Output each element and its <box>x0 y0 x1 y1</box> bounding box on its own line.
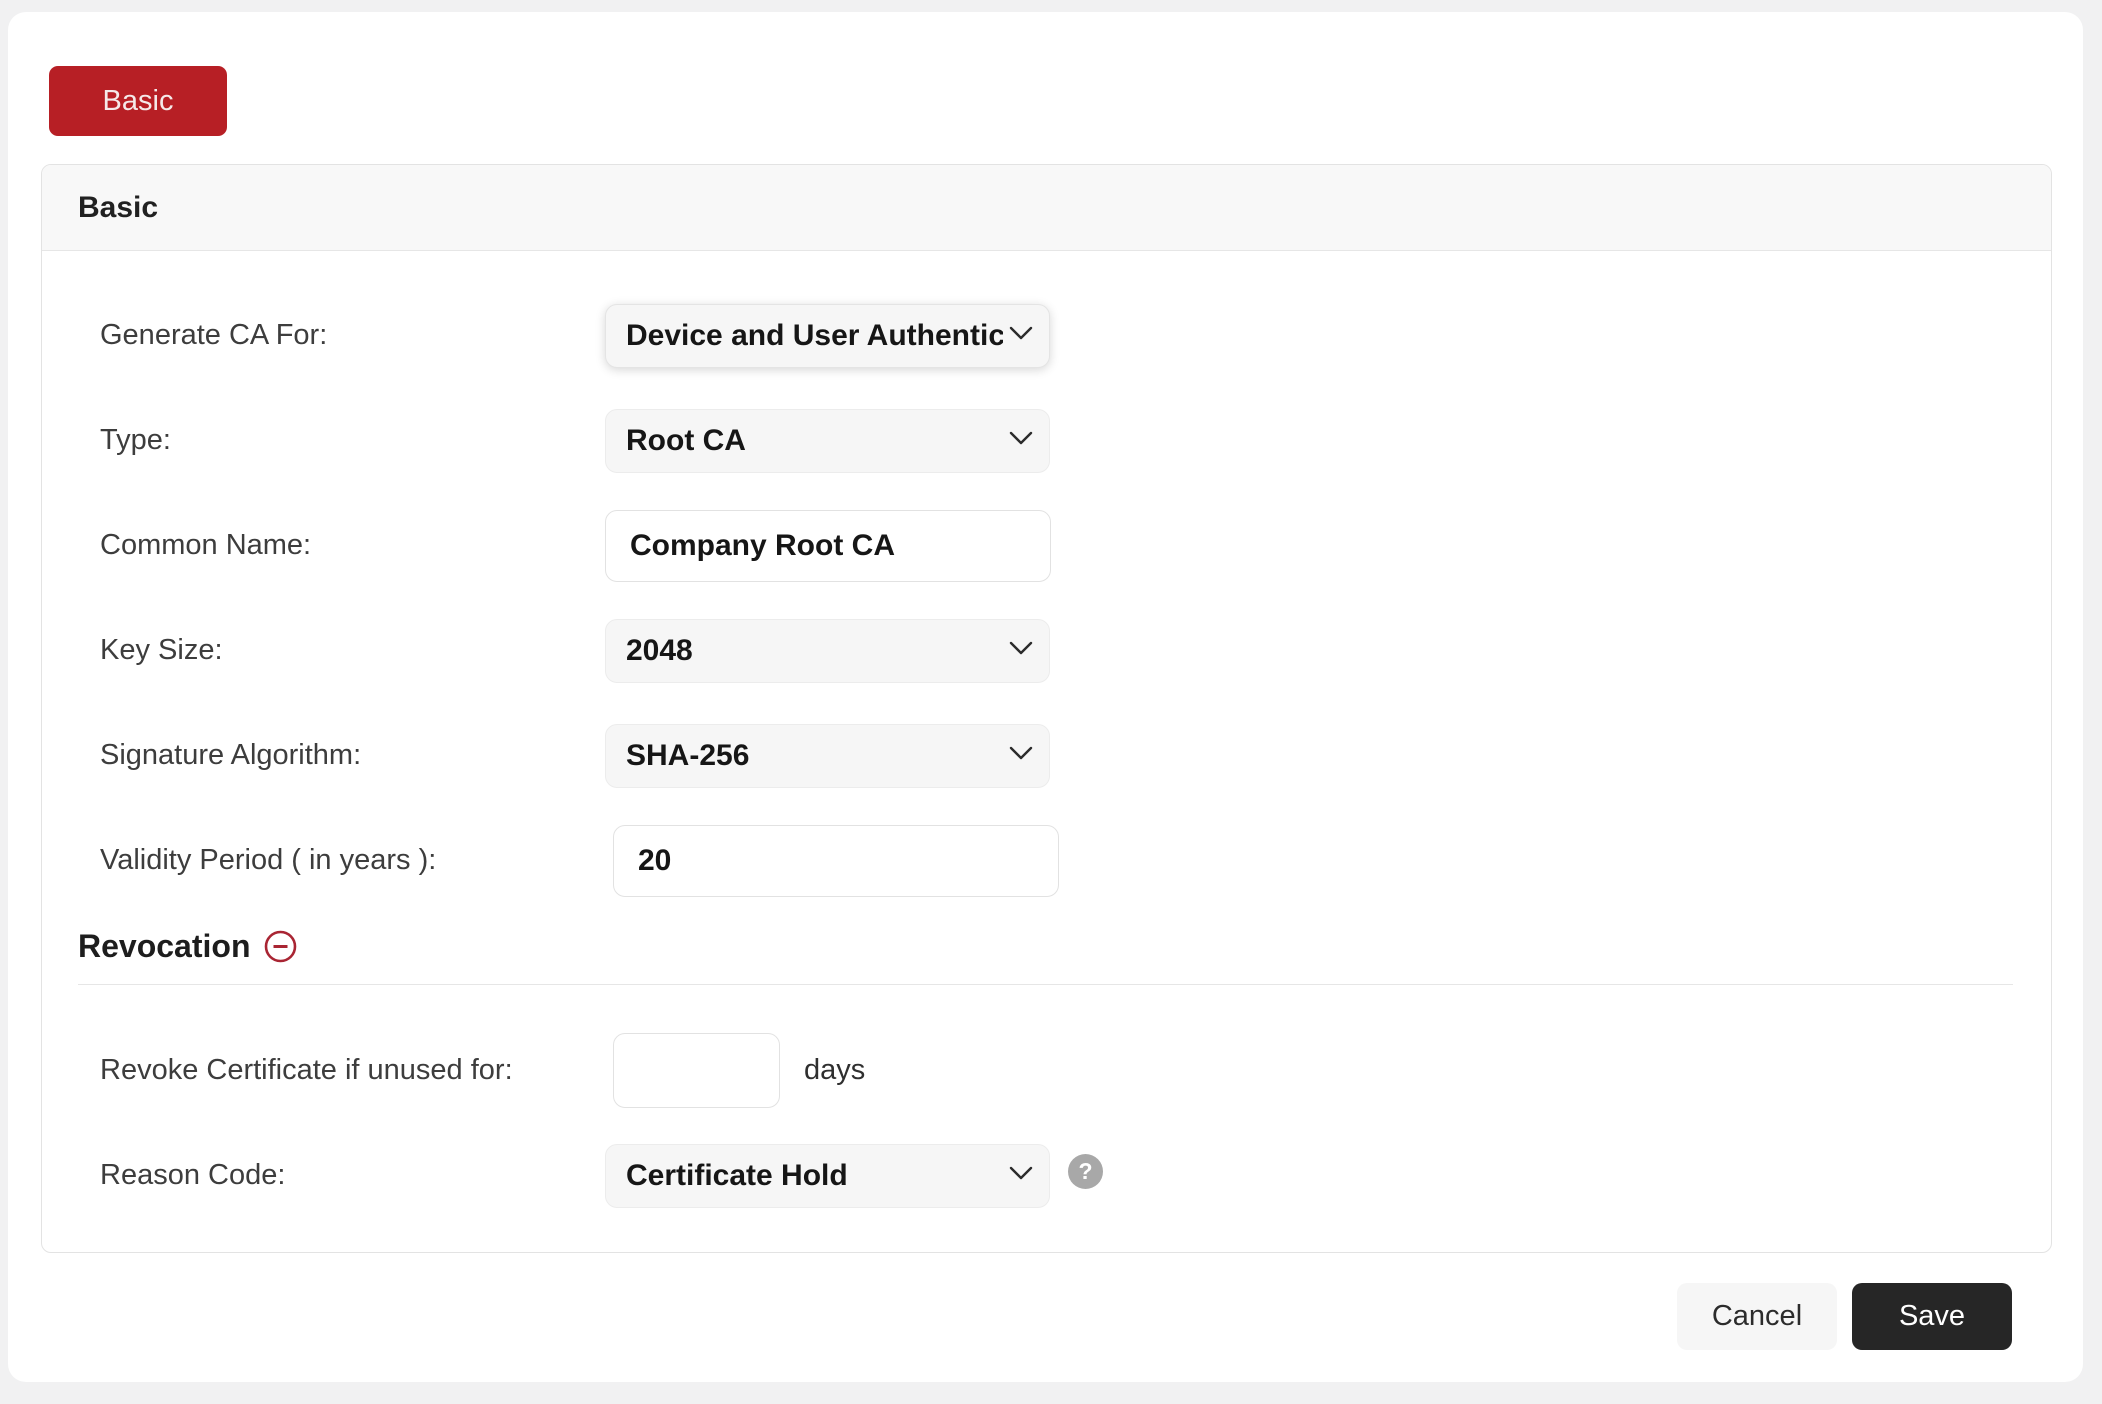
reason-code-value: Certificate Hold <box>626 1159 1003 1193</box>
main-panel: Basic Basic Generate CA For: Device and … <box>8 12 2083 1382</box>
chevron-down-icon <box>1009 431 1033 451</box>
save-button[interactable]: Save <box>1852 1283 2012 1350</box>
key-size-label: Key Size: <box>100 634 605 667</box>
generate-ca-for-select[interactable]: Device and User Authentication <box>605 304 1050 368</box>
validity-period-input[interactable] <box>613 825 1059 897</box>
basic-section-card: Basic Generate CA For: Device and User A… <box>41 164 2052 1253</box>
days-suffix-label: days <box>804 1054 865 1087</box>
chevron-down-icon <box>1009 641 1033 661</box>
reason-code-select[interactable]: Certificate Hold <box>605 1144 1050 1208</box>
row-signature-algorithm: Signature Algorithm: SHA-256 <box>78 703 2051 808</box>
signature-algorithm-value: SHA-256 <box>626 739 1003 773</box>
validity-period-label: Validity Period ( in years ): <box>100 844 605 877</box>
generate-ca-for-value: Device and User Authentication <box>626 319 1003 353</box>
key-size-select[interactable]: 2048 <box>605 619 1050 683</box>
chevron-down-icon <box>1009 746 1033 766</box>
type-label: Type: <box>100 424 605 457</box>
card-header: Basic <box>42 165 2051 251</box>
card-title: Basic <box>78 191 158 225</box>
tab-basic[interactable]: Basic <box>49 66 227 136</box>
card-body: Generate CA For: Device and User Authent… <box>42 251 2051 1252</box>
revocation-section-heading: Revocation <box>78 928 2051 964</box>
footer-actions: Cancel Save <box>8 1283 2083 1350</box>
generate-ca-for-label: Generate CA For: <box>100 319 605 352</box>
common-name-label: Common Name: <box>100 529 605 562</box>
row-key-size: Key Size: 2048 <box>78 598 2051 703</box>
row-validity-period: Validity Period ( in years ): <box>78 808 2051 913</box>
type-value: Root CA <box>626 424 1003 458</box>
revoke-unused-days-input[interactable] <box>613 1033 780 1108</box>
reason-code-label: Reason Code: <box>100 1159 605 1192</box>
row-reason-code: Reason Code: Certificate Hold ? <box>78 1123 2051 1228</box>
type-select[interactable]: Root CA <box>605 409 1050 473</box>
signature-algorithm-select[interactable]: SHA-256 <box>605 724 1050 788</box>
question-mark-icon[interactable]: ? <box>1068 1154 1103 1189</box>
row-generate-ca-for: Generate CA For: Device and User Authent… <box>78 283 2051 388</box>
revocation-title: Revocation <box>78 928 250 965</box>
signature-algorithm-label: Signature Algorithm: <box>100 739 605 772</box>
key-size-value: 2048 <box>626 634 1003 668</box>
revoke-unused-label: Revoke Certificate if unused for: <box>100 1054 605 1087</box>
chevron-down-icon <box>1009 326 1033 346</box>
minus-circle-icon[interactable] <box>264 930 297 963</box>
cancel-button[interactable]: Cancel <box>1677 1283 1837 1350</box>
revocation-divider <box>78 984 2013 985</box>
row-revoke-unused: Revoke Certificate if unused for: days <box>78 1018 2051 1123</box>
row-common-name: Common Name: <box>78 493 2051 598</box>
chevron-down-icon <box>1009 1166 1033 1186</box>
row-type: Type: Root CA <box>78 388 2051 493</box>
common-name-input[interactable] <box>605 510 1051 582</box>
